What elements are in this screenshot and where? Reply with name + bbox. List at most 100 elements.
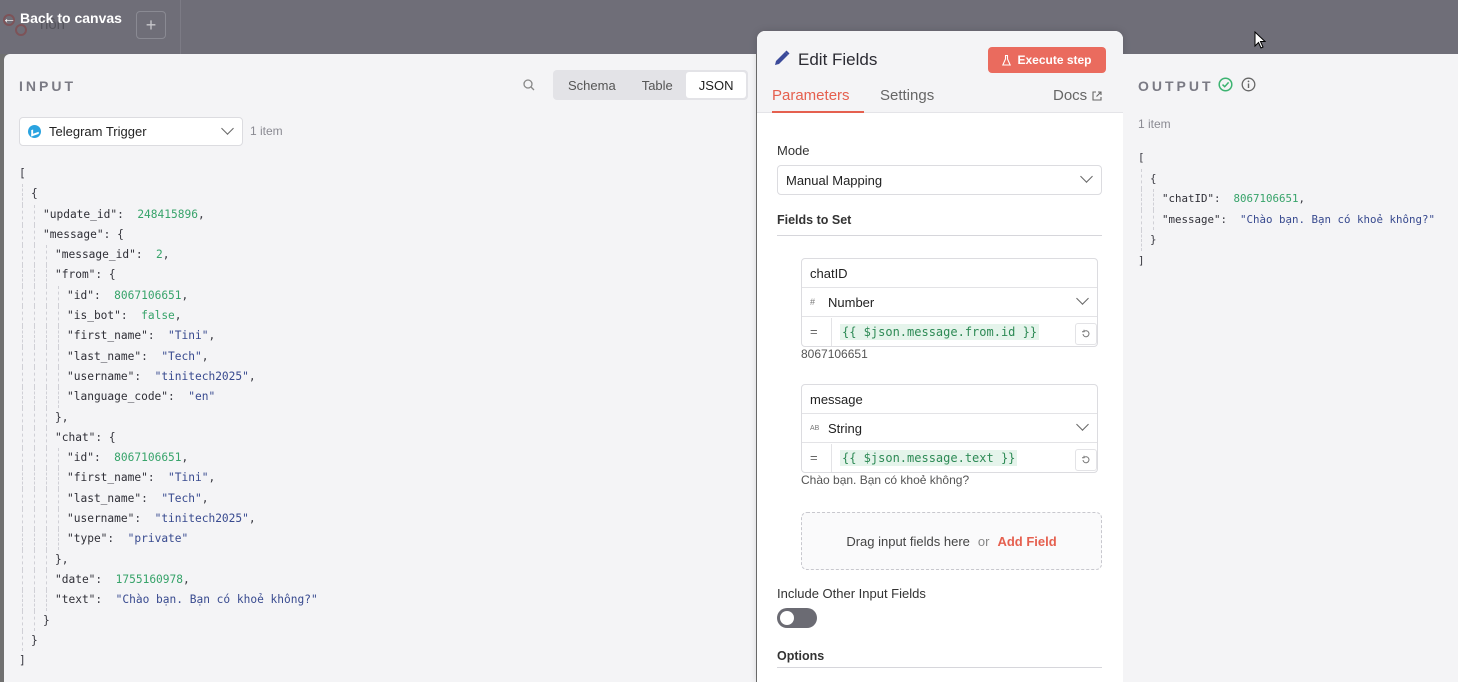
json-key[interactable]: "first_name" [67,471,148,484]
json-value[interactable]: "tinitech2025" [155,370,249,383]
indent-guide [46,549,47,570]
output-json-line: "chatID": 8067106651, [1138,189,1435,210]
json-value[interactable]: "Tech" [161,492,201,505]
execute-step-button[interactable]: Execute step [988,47,1106,73]
back-to-canvas-link[interactable]: ← Back to canvas [2,10,122,26]
input-json-line: "language_code": "en" [19,387,318,408]
indent-guide [46,387,47,408]
reset-icon[interactable] [1075,449,1097,471]
tab-json[interactable]: JSON [685,72,747,98]
json-value[interactable]: "Tini" [168,471,208,484]
json-key[interactable]: "message" [1162,213,1221,226]
json-key[interactable]: "id" [67,451,94,464]
json-value[interactable]: "Chào bạn. Bạn có khoẻ không?" [1240,213,1435,226]
json-value[interactable]: false [141,309,175,322]
json-value[interactable]: "Chào bạn. Bạn có khoẻ không?" [116,593,318,606]
input-node-select[interactable]: Telegram Trigger [19,117,243,146]
json-punctuation: , [201,349,209,363]
json-punctuation: { [1150,171,1157,185]
indent-guide [58,468,59,489]
indent-guide [58,387,59,408]
json-key[interactable]: "date" [55,573,95,586]
input-json-line: } [19,610,318,631]
json-value[interactable]: 248415896 [137,208,198,221]
output-json-line: "message": "Chào bạn. Bạn có khoẻ không?… [1138,209,1435,230]
json-value[interactable]: "tinitech2025" [155,512,249,525]
input-json-line: "type": "private" [19,529,318,550]
indent-guide [22,407,23,428]
json-key[interactable]: "language_code" [67,390,168,403]
indent-guide [46,326,47,347]
input-json-line: }, [19,407,318,428]
drop-zone[interactable]: Drag input fields here or Add Field [801,512,1102,570]
json-key[interactable]: "message_id" [55,248,136,261]
json-punctuation: , [208,471,216,485]
json-key[interactable]: "username" [67,512,134,525]
add-field-button[interactable]: Add Field [997,534,1056,549]
tab-table[interactable]: Table [629,72,686,98]
json-value[interactable]: 8067106651 [1234,192,1299,205]
json-key[interactable]: "id" [67,289,94,302]
tab-parameters[interactable]: Parameters [772,87,850,104]
mode-label: Mode [777,143,810,158]
tab-settings[interactable]: Settings [880,87,934,104]
search-icon[interactable] [522,78,536,92]
tab-schema[interactable]: Schema [555,72,629,98]
json-value[interactable]: "Tini" [168,329,208,342]
chevron-down-icon [221,122,234,135]
json-key[interactable]: "chatID" [1162,192,1214,205]
json-key[interactable]: "type" [67,532,107,545]
field-value-expression[interactable]: = {{ $json.message.text }} [802,443,1097,472]
output-json-line: [ [1138,148,1435,169]
indent-guide [34,245,35,266]
json-punctuation: : { [95,430,116,444]
json-key[interactable]: "chat" [55,431,95,444]
json-key[interactable]: "from" [55,268,95,281]
input-json-line: "update_id": 248415896, [19,204,318,225]
input-json-line: "last_name": "Tech", [19,346,318,367]
active-tab-indicator [772,111,864,113]
field-type-select[interactable]: AB String [802,414,1097,443]
canvas-top-strip: hôn ← Back to canvas + [0,0,1458,54]
json-key[interactable]: "username" [67,370,134,383]
field-value-expression[interactable]: = {{ $json.message.from.id }} [802,317,1097,346]
mode-select[interactable]: Manual Mapping [777,165,1102,195]
string-type-icon: AB [810,424,820,432]
node-title[interactable]: Edit Fields [798,50,877,70]
json-key[interactable]: "first_name" [67,329,148,342]
json-key[interactable]: "text" [55,593,95,606]
json-key[interactable]: "message" [43,228,104,241]
indent-guide [1141,209,1142,230]
json-key[interactable]: "last_name" [67,492,141,505]
json-key[interactable]: "update_id" [43,208,117,221]
json-value[interactable]: "en" [188,390,215,403]
indent-guide [22,204,23,225]
field-name-input[interactable]: message [802,385,1097,414]
json-key[interactable]: "last_name" [67,350,141,363]
reset-icon[interactable] [1075,323,1097,345]
indent-guide [46,509,47,530]
include-other-fields-toggle[interactable] [777,608,817,628]
docs-link[interactable]: Docs [1053,87,1102,104]
indent-guide [1141,230,1142,251]
json-value[interactable]: 1755160978 [116,573,183,586]
json-punctuation: , [197,207,205,221]
field-name-value: message [810,391,863,407]
indent-guide [34,265,35,286]
field-name-input[interactable]: chatID [802,259,1097,288]
view-mode-tabs: Schema Table JSON [553,70,749,100]
info-icon[interactable] [1241,77,1256,92]
json-value[interactable]: 2 [156,248,163,261]
json-punctuation: : [135,248,157,262]
json-key[interactable]: "is_bot" [67,309,121,322]
add-node-button[interactable]: + [136,11,166,39]
indent-guide [58,509,59,530]
json-value[interactable]: "private" [128,532,189,545]
field-type-select[interactable]: # Number [802,288,1097,317]
json-value[interactable]: 8067106651 [114,451,181,464]
indent-guide [34,488,35,510]
input-json-line: "text": "Chào bạn. Bạn có khoẻ không?" [19,590,318,611]
json-value[interactable]: 8067106651 [114,289,181,302]
json-value[interactable]: "Tech" [161,350,201,363]
indent-guide [22,184,23,205]
